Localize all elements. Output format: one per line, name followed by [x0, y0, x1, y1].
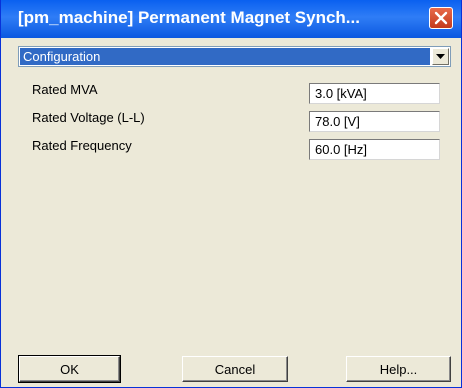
close-button[interactable] [429, 7, 453, 29]
rated-mva-label: Rated MVA [32, 82, 98, 97]
dropdown-button[interactable] [432, 48, 449, 65]
rated-frequency-label: Rated Frequency [32, 138, 132, 153]
help-button[interactable]: Help... [346, 356, 451, 382]
section-dropdown-value: Configuration [20, 48, 430, 65]
dialog-window: [pm_machine] Permanent Magnet Synch... C… [0, 0, 462, 388]
window-title: [pm_machine] Permanent Magnet Synch... [18, 8, 360, 27]
rated-frequency-input[interactable]: 60.0 [Hz] [309, 139, 440, 160]
title-bar[interactable]: [pm_machine] Permanent Magnet Synch... [1, 0, 461, 38]
cancel-button[interactable]: Cancel [182, 356, 288, 382]
close-icon [434, 11, 448, 25]
ok-button[interactable]: OK [18, 355, 121, 383]
rated-voltage-input[interactable]: 78.0 [V] [309, 111, 440, 132]
dialog-body: Configuration Rated MVA 3.0 [kVA] Rated … [5, 38, 457, 384]
section-dropdown[interactable]: Configuration [18, 46, 451, 67]
rated-voltage-label: Rated Voltage (L-L) [32, 110, 145, 125]
rated-mva-input[interactable]: 3.0 [kVA] [309, 83, 440, 104]
chevron-down-icon [436, 53, 445, 59]
